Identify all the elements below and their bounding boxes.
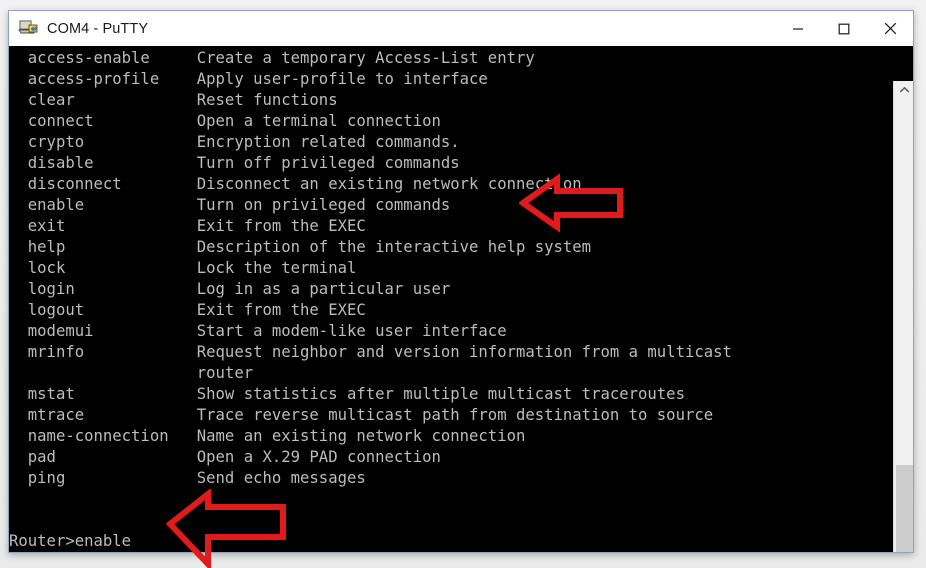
window-title: COM4 - PuTTY xyxy=(47,20,149,37)
terminal-line: clear Reset functions xyxy=(9,91,338,109)
scrollbar-up-button[interactable] xyxy=(894,81,913,99)
terminal-line: modemui Start a modem-like user interfac… xyxy=(9,322,507,340)
terminal-line: ping Send echo messages xyxy=(9,469,366,487)
minimize-icon xyxy=(793,27,803,30)
terminal-line: access-enable Create a temporary Access-… xyxy=(9,49,535,67)
terminal-line: enable Turn on privileged commands xyxy=(9,196,451,214)
chevron-up-icon xyxy=(899,86,910,93)
window-caption-buttons xyxy=(775,11,913,46)
terminal-text: access-enable Create a temporary Access-… xyxy=(9,48,893,553)
close-button[interactable] xyxy=(867,11,913,46)
terminal-scrollbar[interactable] xyxy=(893,81,913,552)
terminal-line: connect Open a terminal connection xyxy=(9,112,441,130)
terminal-line: login Log in as a particular user xyxy=(9,280,451,298)
terminal-line: exit Exit from the EXEC xyxy=(9,217,366,235)
terminal-line: crypto Encryption related commands. xyxy=(9,133,460,151)
terminal-line: logout Exit from the EXEC xyxy=(9,301,366,319)
maximize-icon xyxy=(838,23,850,34)
scrollbar-track[interactable] xyxy=(894,99,913,552)
terminal-line: disable Turn off privileged commands xyxy=(9,154,460,172)
close-icon xyxy=(884,22,896,35)
terminal-area: access-enable Create a temporary Access-… xyxy=(9,46,913,553)
terminal-line: access-profile Apply user-profile to int… xyxy=(9,70,488,88)
screenshot-root: COM4 - PuTTY access-enable Create a temp… xyxy=(0,0,926,568)
terminal-line: lock Lock the terminal xyxy=(9,259,357,277)
maximize-button[interactable] xyxy=(821,11,867,46)
terminal-line: router xyxy=(9,364,254,382)
putty-window: COM4 - PuTTY access-enable Create a temp… xyxy=(8,10,914,553)
terminal-line: mstat Show statistics after multiple mul… xyxy=(9,385,685,403)
minimize-button[interactable] xyxy=(775,11,821,46)
terminal-line: mtrace Trace reverse multicast path from… xyxy=(9,406,714,424)
putty-icon xyxy=(18,18,40,40)
terminal-line: help Description of the interactive help… xyxy=(9,238,592,256)
terminal-line: pad Open a X.29 PAD connection xyxy=(9,448,441,466)
terminal-line: mrinfo Request neighbor and version info… xyxy=(9,343,732,361)
terminal-line: Router#_ xyxy=(9,552,893,553)
window-titlebar[interactable]: COM4 - PuTTY xyxy=(9,11,913,46)
scrollbar-thumb[interactable] xyxy=(896,465,913,552)
terminal-line: Router>enable xyxy=(9,532,132,550)
terminal-screen[interactable]: access-enable Create a temporary Access-… xyxy=(9,46,893,553)
terminal-line: name-connection Name an existing network… xyxy=(9,427,526,445)
terminal-line: disconnect Disconnect an existing networ… xyxy=(9,175,582,193)
